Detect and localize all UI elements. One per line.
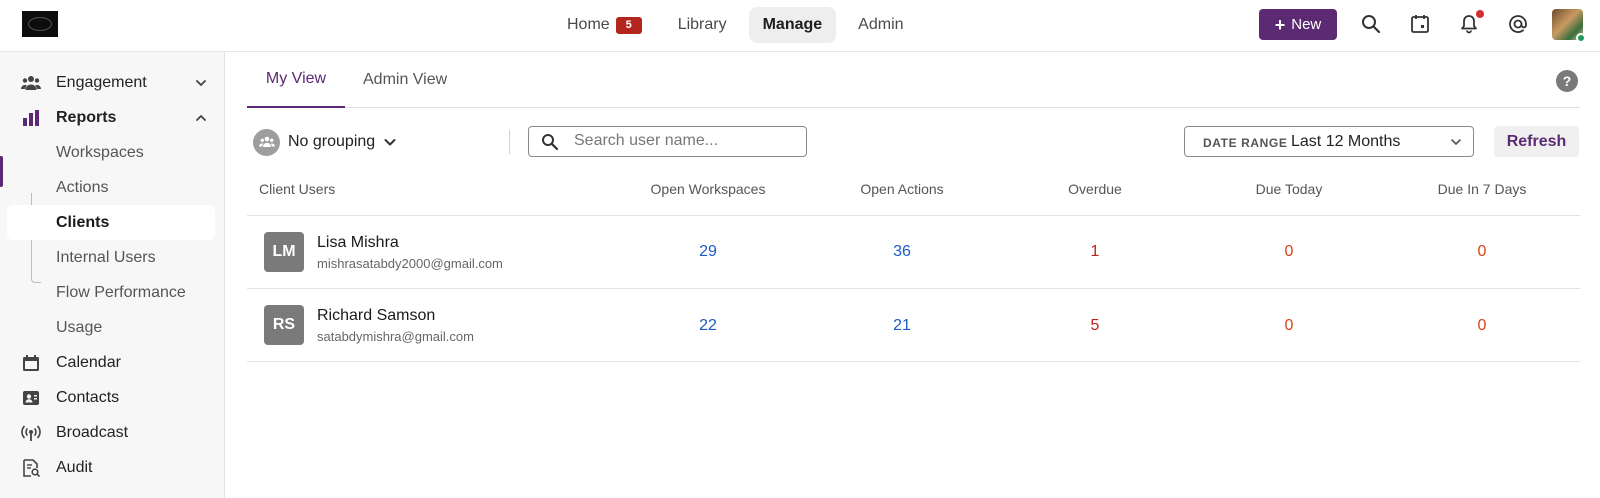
chevron-down-icon [384, 139, 396, 146]
due-7-days-count[interactable]: 0 [1402, 317, 1562, 335]
tab-my-view[interactable]: My View [247, 52, 345, 108]
sidebar-item-label: Broadcast [56, 423, 129, 441]
column-header-client-users[interactable]: Client Users [259, 181, 335, 197]
search-box [528, 126, 807, 157]
user-name[interactable]: Lisa Mishra [317, 234, 399, 252]
notification-badge: 5 [615, 16, 642, 34]
user-email: satabdymishra@gmail.com [317, 329, 474, 344]
sidebar-item-label: Flow Performance [56, 283, 186, 301]
nav-home[interactable]: Home 5 [553, 7, 656, 43]
date-range-label: DATE RANGE [1203, 136, 1288, 150]
due-7-days-count[interactable]: 0 [1402, 243, 1562, 261]
column-header-due-today[interactable]: Due Today [1209, 181, 1369, 197]
people-icon [21, 73, 41, 93]
sidebar-item-label: Engagement [56, 73, 147, 91]
sidebar-item-label: Internal Users [56, 248, 156, 266]
sidebar-item-broadcast[interactable]: Broadcast [0, 415, 225, 450]
row-divider [247, 361, 1580, 362]
sidebar-item-usage[interactable]: Usage [0, 310, 225, 345]
user-avatar[interactable] [1552, 9, 1586, 43]
column-header-due-in-7-days[interactable]: Due In 7 Days [1402, 181, 1562, 197]
chevron-down-icon [196, 80, 206, 86]
overdue-count[interactable]: 5 [1015, 317, 1175, 335]
user-name[interactable]: Richard Samson [317, 307, 435, 325]
search-icon [542, 134, 559, 151]
due-today-count[interactable]: 0 [1209, 243, 1369, 261]
nav-library-label: Library [677, 16, 727, 33]
avatar: LM [264, 232, 304, 272]
sidebar: Engagement Reports Workspaces Actions Cl… [0, 52, 225, 498]
bell-icon[interactable] [1457, 10, 1484, 36]
top-bar: Home 5 Library Manage Admin + New [0, 0, 1600, 52]
tab-admin-view[interactable]: Admin View [363, 52, 447, 108]
date-range-value: Last 12 Months [1291, 133, 1401, 150]
column-header-open-workspaces[interactable]: Open Workspaces [628, 181, 788, 197]
sidebar-item-clients[interactable]: Clients [7, 205, 215, 240]
audit-icon [21, 458, 41, 478]
open-workspaces-count[interactable]: 29 [628, 243, 788, 261]
sidebar-item-label: Workspaces [56, 143, 144, 161]
row-divider [247, 288, 1580, 289]
sidebar-item-audit[interactable]: Audit [0, 450, 225, 485]
sidebar-item-actions[interactable]: Actions [0, 170, 225, 205]
sidebar-item-label: Audit [56, 458, 93, 476]
nav-home-label: Home [567, 16, 610, 33]
sidebar-item-label: Contacts [56, 388, 120, 406]
column-header-open-actions[interactable]: Open Actions [822, 181, 982, 197]
nav-library[interactable]: Library [664, 7, 741, 43]
sidebar-item-flow-performance[interactable]: Flow Performance [0, 275, 225, 310]
search-icon[interactable] [1359, 12, 1383, 36]
open-workspaces-count[interactable]: 22 [628, 317, 788, 335]
refresh-button[interactable]: Refresh [1494, 126, 1579, 157]
date-range-select[interactable]: DATE RANGE Last 12 Months [1184, 126, 1474, 157]
calendar-icon [21, 353, 41, 373]
sidebar-item-workspaces[interactable]: Workspaces [0, 135, 225, 170]
search-input[interactable] [574, 132, 794, 150]
avatar: RS [264, 305, 304, 345]
sidebar-item-label: Calendar [56, 353, 121, 371]
broadcast-icon [21, 423, 41, 443]
sidebar-item-internal-users[interactable]: Internal Users [0, 240, 225, 275]
sidebar-item-label: Usage [56, 318, 103, 336]
nav-admin[interactable]: Admin [844, 7, 917, 43]
tab-label: My View [265, 70, 327, 87]
at-mention-icon[interactable] [1506, 12, 1530, 36]
overdue-count[interactable]: 1 [1015, 243, 1175, 261]
sidebar-item-label: Actions [56, 178, 109, 196]
new-button-label: New [1291, 16, 1322, 33]
tab-label: Admin View [363, 71, 448, 88]
grouping-value: No grouping [288, 133, 376, 150]
sidebar-item-calendar[interactable]: Calendar [0, 345, 225, 380]
company-logo[interactable] [22, 11, 58, 37]
new-button[interactable]: + New [1259, 9, 1337, 40]
plus-icon: + [1274, 14, 1286, 35]
help-icon[interactable]: ? [1556, 70, 1578, 92]
sidebar-item-label: Clients [56, 213, 110, 231]
bar-chart-icon [21, 108, 41, 128]
group-icon [253, 128, 280, 156]
sidebar-item-contacts[interactable]: Contacts [0, 380, 225, 415]
column-header-overdue[interactable]: Overdue [1015, 181, 1175, 197]
calendar-task-icon[interactable] [1408, 12, 1432, 36]
sidebar-item-label: Reports [56, 108, 117, 126]
user-email: mishrasatabdy2000@gmail.com [317, 256, 503, 271]
top-nav: Home 5 Library Manage Admin [553, 7, 918, 43]
due-today-count[interactable]: 0 [1209, 317, 1369, 335]
chevron-down-icon [1451, 139, 1461, 145]
chevron-up-icon [196, 115, 206, 121]
nav-admin-label: Admin [858, 16, 904, 33]
grouping-dropdown[interactable]: No grouping [253, 127, 397, 157]
sidebar-item-reports[interactable]: Reports [0, 100, 225, 135]
toolbar-divider [509, 130, 510, 154]
unread-dot [1476, 10, 1484, 18]
view-tabs: My View Admin View [247, 52, 1580, 108]
sidebar-item-engagement[interactable]: Engagement [0, 65, 225, 100]
open-actions-count[interactable]: 21 [822, 317, 982, 335]
header-divider [247, 215, 1580, 216]
nav-manage[interactable]: Manage [748, 7, 837, 43]
contacts-icon [21, 388, 41, 408]
nav-manage-label: Manage [762, 16, 823, 33]
online-status-dot [1576, 33, 1586, 43]
open-actions-count[interactable]: 36 [822, 243, 982, 261]
